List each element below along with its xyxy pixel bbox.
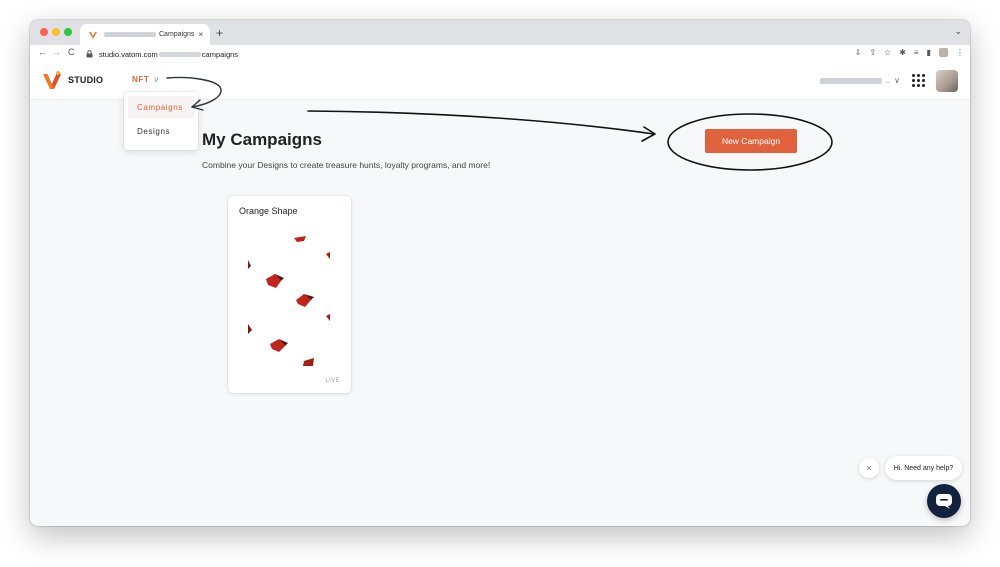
toolbar-icons: ⇩ ⇧ ☆ ✱ ≡ ▮ ⋮: [855, 48, 964, 57]
page-subtitle: Combine your Designs to create treasure …: [202, 160, 491, 170]
browser-menu-icon[interactable]: ⋮: [956, 48, 964, 57]
browser-toolbar: ← → C studio.vatom.com campaigns ⇩ ⇧ ☆ ✱…: [30, 45, 970, 64]
brand-name: STUDIO: [68, 75, 104, 85]
browser-window: Campaigns × + ⌄ ← → C studio.vatom.com c…: [30, 20, 970, 526]
status-badge: LIVE: [325, 378, 340, 384]
page-title: My Campaigns: [202, 130, 322, 149]
nft-menu-toggle[interactable]: NFT ∨: [132, 75, 160, 84]
tab-title-redacted: [104, 32, 156, 37]
annotation-straight-arrowhead: [641, 126, 656, 142]
install-app-icon[interactable]: ⇩: [855, 48, 862, 57]
chat-bubble-icon: [936, 493, 952, 509]
reading-list-icon[interactable]: ≡: [914, 48, 919, 57]
maximize-window-icon[interactable]: [64, 28, 72, 36]
chat-launcher-button[interactable]: [927, 484, 961, 518]
tab-search-icon[interactable]: ⌄: [954, 26, 962, 37]
nft-dropdown-menu: Campaigns Designs: [124, 92, 198, 150]
tab-close-icon[interactable]: ×: [198, 30, 203, 39]
lock-icon: [86, 50, 94, 58]
bookmark-star-icon[interactable]: ☆: [884, 48, 891, 57]
menu-item-designs[interactable]: Designs: [128, 120, 194, 142]
chat-dismiss-icon[interactable]: ×: [859, 458, 879, 478]
new-campaign-button[interactable]: New Campaign: [705, 129, 797, 153]
forward-icon[interactable]: →: [52, 47, 61, 57]
url-redacted: [158, 51, 201, 57]
tab-title: Campaigns: [159, 31, 195, 38]
tab-strip: Campaigns × + ⌄: [30, 20, 970, 45]
profile-icon[interactable]: [939, 48, 948, 57]
minimize-window-icon[interactable]: [52, 28, 60, 36]
avatar[interactable]: [936, 70, 958, 92]
apps-grid-icon[interactable]: [912, 74, 925, 87]
side-panel-icon[interactable]: ▮: [927, 48, 931, 57]
nft-menu-label: NFT: [132, 75, 150, 84]
campaign-card-title: Orange Shape: [239, 206, 298, 216]
url-host: studio.vatom.com: [99, 49, 158, 59]
annotation-straight-arrow: [307, 110, 655, 135]
chevron-down-icon: ∨: [894, 76, 900, 85]
url-path: campaigns: [201, 49, 239, 59]
account-switcher[interactable]: .. ∨: [819, 76, 900, 85]
share-icon[interactable]: ⇧: [869, 48, 876, 57]
campaign-preview-image: [248, 236, 330, 366]
account-ellipsis: ..: [885, 76, 891, 85]
close-window-icon[interactable]: [40, 28, 48, 36]
address-bar[interactable]: studio.vatom.com campaigns: [86, 47, 826, 61]
back-icon[interactable]: ←: [38, 47, 47, 57]
campaign-card[interactable]: Orange Shape LIVE: [228, 196, 351, 393]
chevron-down-icon: ∨: [153, 75, 160, 84]
reload-icon[interactable]: C: [68, 47, 75, 57]
account-name-redacted: [819, 77, 882, 84]
vatom-favicon-icon: [88, 30, 98, 40]
browser-tab-campaigns[interactable]: Campaigns ×: [80, 24, 210, 45]
new-tab-icon[interactable]: +: [216, 26, 223, 40]
extensions-icon[interactable]: ✱: [899, 48, 906, 57]
chat-greeting-bubble[interactable]: Hi. Need any help?: [885, 456, 962, 480]
vatom-logo-icon[interactable]: [41, 70, 63, 92]
menu-item-campaigns[interactable]: Campaigns: [128, 96, 194, 118]
